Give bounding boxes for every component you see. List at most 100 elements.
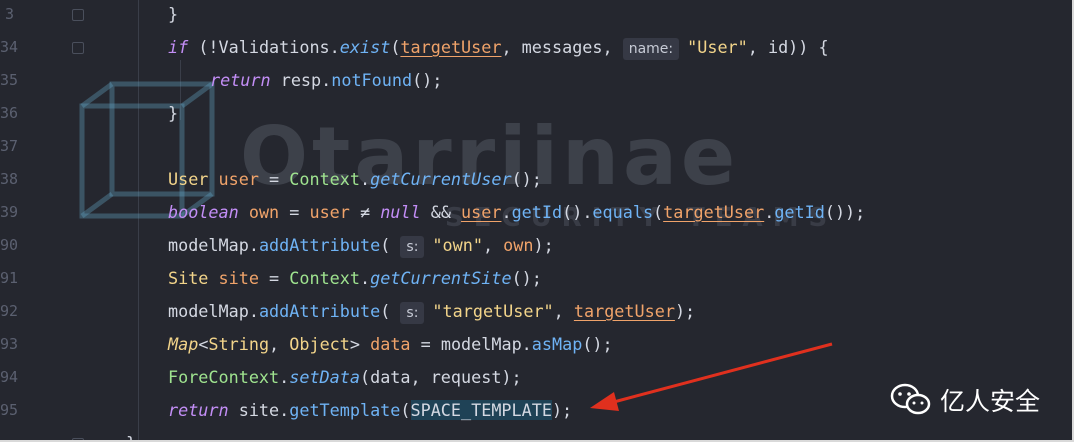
- code-token: ,: [269, 334, 290, 354]
- code-token: equals: [592, 202, 654, 222]
- code-token: Site: [168, 268, 209, 288]
- code-token: <: [198, 334, 209, 354]
- line-number: 95: [0, 401, 19, 419]
- line-number: 90: [0, 236, 19, 254]
- code-token: targetUser: [573, 301, 675, 321]
- line-number: 38: [0, 170, 19, 188]
- code-token: ();: [511, 169, 542, 189]
- code-token: .: [360, 268, 371, 288]
- code-line[interactable]: modelMap.addAttribute( s: "own", own);: [168, 229, 554, 262]
- code-token: ,: [482, 235, 504, 255]
- code-line[interactable]: User user = Context.getCurrentUser();: [168, 163, 542, 196]
- code-token: "own": [432, 235, 483, 255]
- code-token: , id)) {: [747, 37, 829, 57]
- code-token: getTemplate: [289, 400, 401, 420]
- code-token: addAttribute: [258, 235, 381, 255]
- code-token: (: [390, 37, 401, 57]
- code-token: ForeContext: [168, 367, 280, 387]
- code-token: ();: [582, 334, 613, 354]
- code-token: >: [349, 334, 371, 354]
- code-token: SPACE_TEMPLATE: [410, 400, 552, 420]
- code-line[interactable]: Map<String, Object> data = modelMap.asMa…: [168, 328, 613, 361]
- line-number: 91: [0, 269, 19, 287]
- wechat-icon: [890, 383, 931, 415]
- code-token: boolean: [168, 202, 239, 222]
- code-token: Context: [289, 169, 360, 189]
- code-token: own: [503, 235, 534, 255]
- code-token: site: [218, 268, 259, 288]
- code-line[interactable]: modelMap.addAttribute( s: "targetUser", t…: [168, 295, 695, 328]
- code-token: ≠: [349, 202, 381, 222]
- code-token: =: [258, 169, 290, 189]
- code-line[interactable]: }: [168, 0, 178, 31]
- parameter-hint: name:: [622, 38, 680, 60]
- code-token: setData: [289, 367, 360, 387]
- code-token: );: [533, 235, 554, 255]
- code-token: return: [168, 400, 229, 420]
- code-token: resp.: [270, 70, 332, 90]
- code-token: String: [208, 334, 270, 354]
- code-token: (: [653, 202, 664, 222]
- code-token: (: [400, 400, 411, 420]
- line-number: 92: [0, 302, 19, 320]
- code-line[interactable]: boolean own = user ≠ null && user.getId(…: [168, 196, 865, 229]
- brand-badge: 亿人安全: [890, 380, 1040, 420]
- code-line[interactable]: return site.getTemplate(SPACE_TEMPLATE);: [168, 394, 572, 427]
- code-token: );: [551, 400, 573, 420]
- code-token: asMap: [531, 334, 583, 354]
- code-token: site.: [228, 400, 290, 420]
- code-editor[interactable]: 3 34 35 36 37 38 39 90 91 92 93 94 95 Otarriinae SEC…: [0, 0, 1074, 442]
- code-token: User: [168, 169, 209, 189]
- line-number: 35: [0, 71, 19, 89]
- code-token: .: [764, 202, 775, 222]
- code-token: , messages,: [501, 37, 623, 57]
- code-line[interactable]: if (!Validations.exist(targetUser, messa…: [168, 31, 829, 64]
- code-line[interactable]: return resp.notFound();: [210, 64, 442, 97]
- brand-name: 亿人安全: [940, 387, 1041, 416]
- code-token: =: [258, 268, 290, 288]
- code-line[interactable]: }: [168, 97, 178, 130]
- code-token: if: [168, 37, 189, 57]
- code-token: user: [461, 202, 502, 222]
- code-token: own: [248, 202, 280, 222]
- code-token: addAttribute: [258, 301, 381, 321]
- code-token: notFound: [331, 70, 413, 90]
- line-number: 36: [0, 104, 19, 122]
- fold-marker-icon[interactable]: [72, 438, 84, 440]
- code-token: &&: [420, 202, 462, 222]
- code-token: }: [168, 4, 179, 24]
- code-token: ,: [553, 301, 574, 321]
- code-token: =: [279, 202, 310, 222]
- code-token: ().: [562, 202, 593, 222]
- code-token: Map: [168, 334, 199, 354]
- line-number: [0, 427, 14, 440]
- code-token: Context: [289, 268, 360, 288]
- line-number-gutter: 3 34 35 36 37 38 39 90 91 92 93 94 95: [0, 0, 60, 440]
- line-number: 93: [0, 335, 19, 353]
- code-token: user: [218, 169, 259, 189]
- code-line[interactable]: Site site = Context.getCurrentSite();: [168, 262, 542, 295]
- fold-marker-icon[interactable]: [72, 42, 84, 54]
- code-token: ());: [824, 202, 866, 222]
- code-line[interactable]: }: [126, 427, 136, 440]
- code-token: user: [309, 202, 350, 222]
- code-token: "User": [687, 37, 748, 57]
- code-token: "targetUser": [432, 301, 554, 321]
- code-token: }: [126, 433, 136, 440]
- code-token: targetUser: [663, 202, 765, 222]
- code-token: targetUser: [400, 37, 502, 57]
- code-token: getId: [774, 202, 825, 222]
- fold-marker-icon[interactable]: [72, 9, 84, 21]
- code-token: getId: [511, 202, 563, 222]
- code-token: modelMap.: [168, 301, 259, 321]
- code-token: .: [501, 202, 512, 222]
- code-line[interactable]: ForeContext.setData(data, request);: [168, 361, 522, 394]
- code-token: .: [279, 367, 290, 387]
- line-number: 94: [0, 368, 19, 386]
- line-number: 3: [4, 5, 14, 23]
- code-token: return: [210, 70, 271, 90]
- code-token: exist: [339, 37, 391, 57]
- line-number: 37: [0, 137, 19, 155]
